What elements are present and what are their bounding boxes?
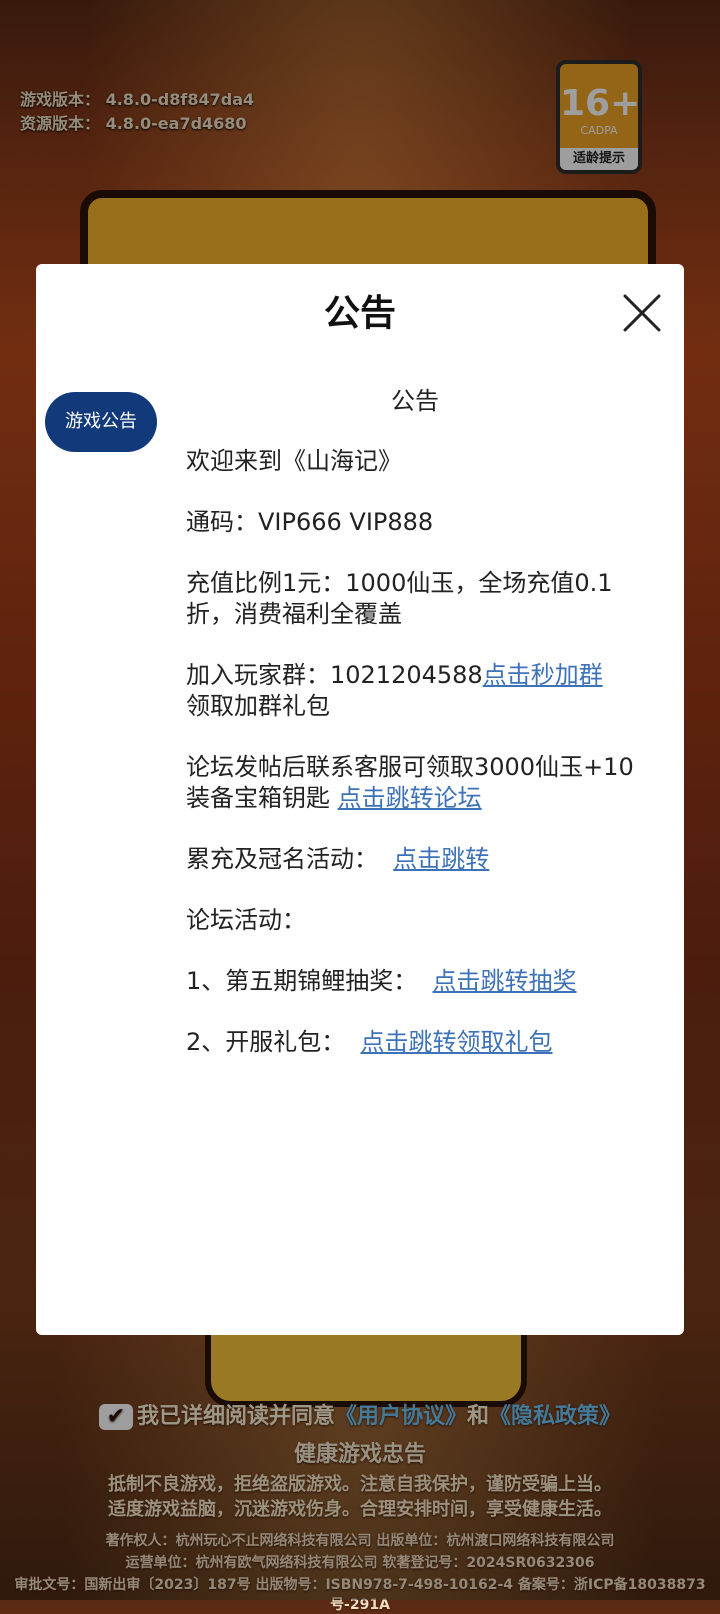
notice-group: 加入玩家群：1021204588点击秒加群 领取加群礼包 (186, 661, 603, 720)
notice-content: 公告 欢迎来到《山海记》 通码：VIP666 VIP888 充值比例1元：100… (186, 386, 644, 1088)
announcement-dialog: 公告 游戏公告 公告 欢迎来到《山海记》 通码：VIP666 VIP888 充值… (36, 264, 684, 1335)
notice-accumulate: 累充及冠名活动： 点击跳转 (186, 845, 490, 873)
lottery-link[interactable]: 点击跳转抽奖 (433, 967, 577, 995)
notice-code: 通码：VIP666 VIP888 (186, 508, 434, 536)
accumulate-link[interactable]: 点击跳转 (393, 845, 489, 873)
notice-lottery: 1、第五期锦鲤抽奖： 点击跳转抽奖 (186, 967, 577, 995)
close-button[interactable] (621, 292, 663, 334)
notice-welcome: 欢迎来到《山海记》 (186, 447, 402, 475)
notice-forum-activity: 论坛活动： (186, 906, 306, 934)
gift-link[interactable]: 点击跳转领取礼包 (361, 1028, 553, 1056)
join-group-link[interactable]: 点击秒加群 (483, 661, 603, 689)
tab-game-notice[interactable]: 游戏公告 (45, 392, 157, 452)
notice-recharge: 充值比例1元：1000仙玉，全场充值0.1折，消费福利全覆盖 (186, 569, 613, 628)
dialog-title: 公告 (323, 293, 396, 334)
notice-forum: 论坛发帖后联系客服可领取3000仙玉+10装备宝箱钥匙 点击跳转论坛 (186, 753, 634, 812)
close-icon[interactable] (621, 292, 663, 334)
notice-heading: 公告 (391, 387, 439, 415)
notice-gift: 2、开服礼包： 点击跳转领取礼包 (186, 1028, 553, 1056)
forum-link[interactable]: 点击跳转论坛 (338, 784, 482, 812)
